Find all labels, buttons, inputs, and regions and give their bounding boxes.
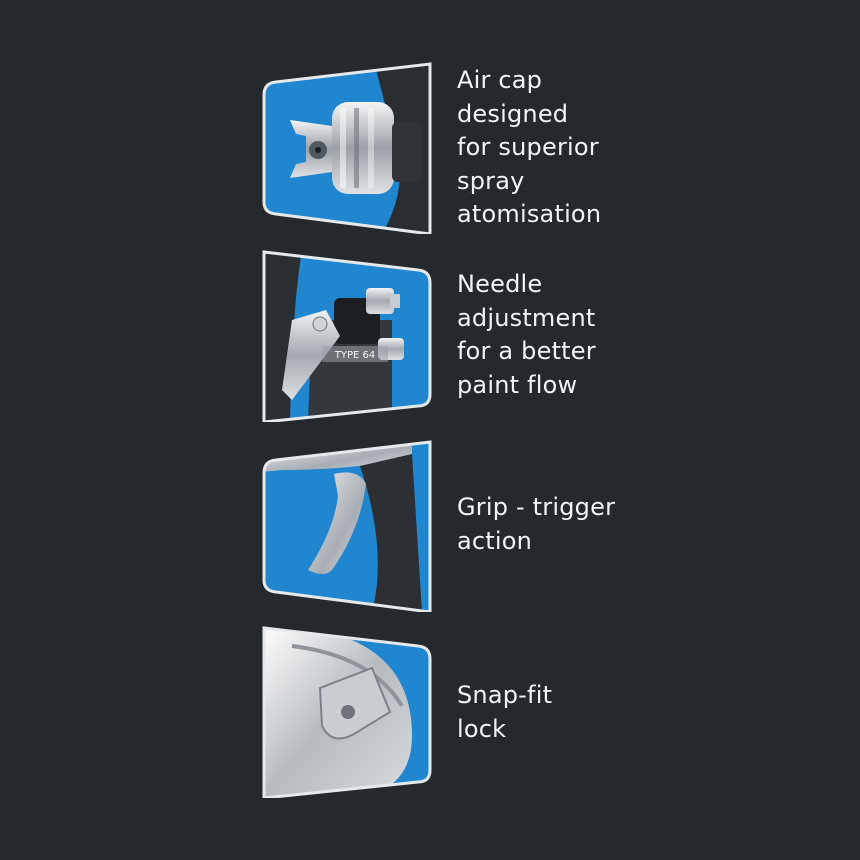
needle-adjustment-icon: TYPE 64 — [262, 250, 432, 422]
feature-caption: Air cap designed for superior spray atom… — [457, 66, 602, 228]
feature-caption: Grip - trigger action — [457, 493, 616, 555]
snap-fit-lock-icon — [262, 626, 432, 798]
air-cap-icon — [262, 62, 432, 234]
grip-trigger-icon — [262, 440, 432, 612]
needle-engraving: TYPE 64 — [334, 350, 375, 361]
feature-list: Air cap designed for superior spray atom… — [0, 0, 860, 860]
feature-caption: Needle adjustment for a better paint flo… — [457, 270, 596, 399]
feature-caption: Snap-fit lock — [457, 681, 553, 743]
